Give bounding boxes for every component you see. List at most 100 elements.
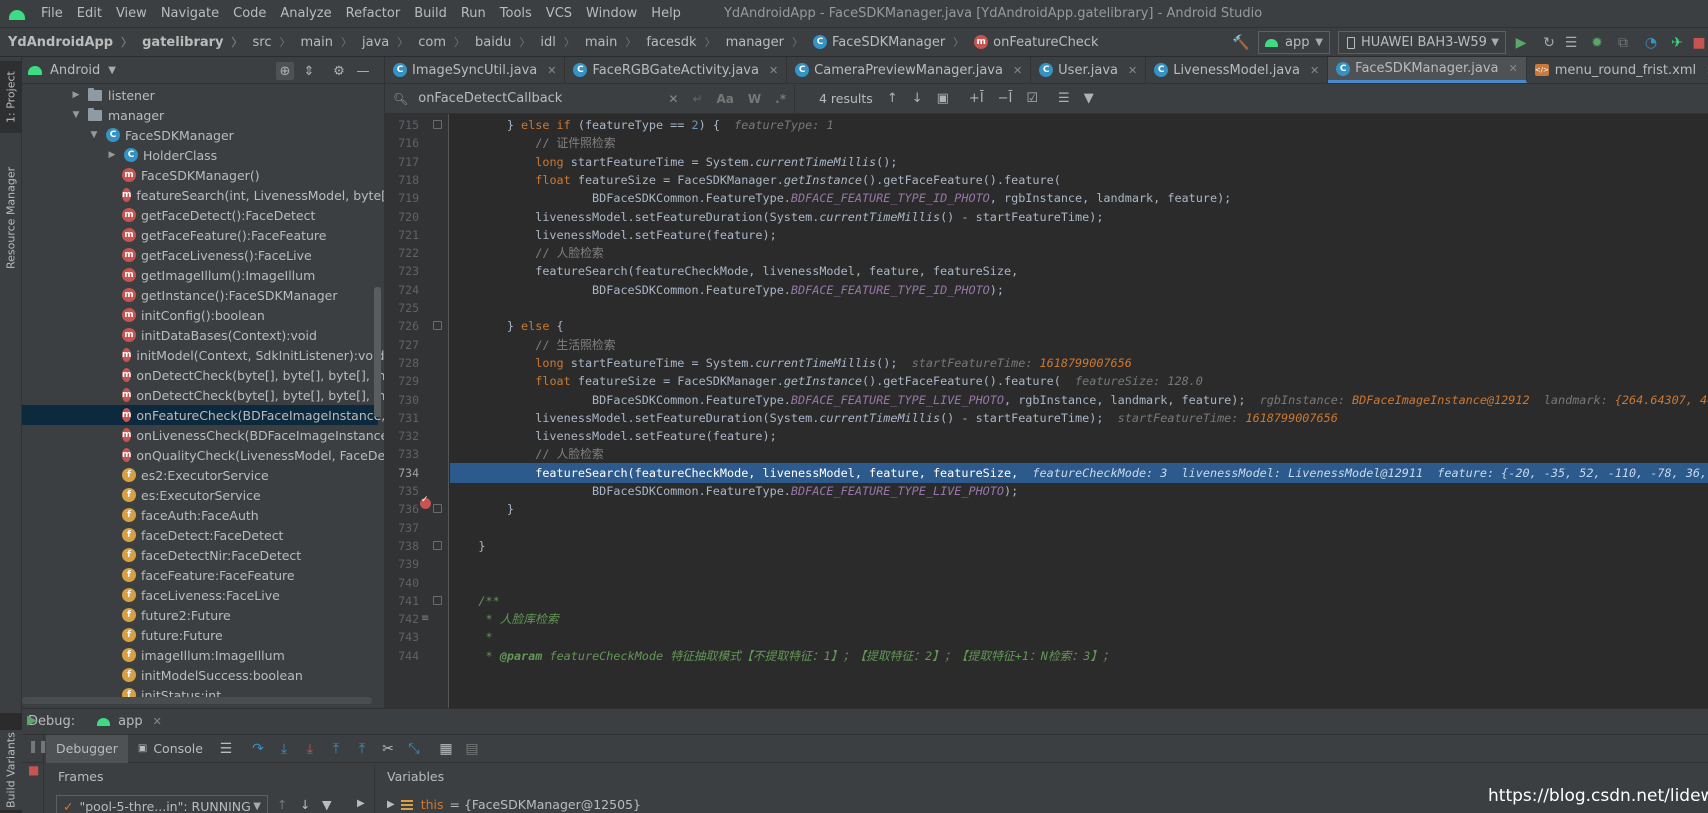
frames-divider[interactable]: [374, 765, 375, 813]
filter-icon[interactable]: ▼: [1084, 91, 1094, 106]
evaluate-expression-icon[interactable]: ▦: [433, 741, 459, 757]
expand-arrow-icon[interactable]: ▶: [357, 798, 365, 809]
menu-item-file[interactable]: File: [34, 6, 70, 21]
tree-item[interactable]: m featureSearch(int, LivenessModel, byte[…: [22, 185, 384, 205]
drop-frame-icon[interactable]: ✂: [375, 741, 401, 757]
vertical-scrollbar[interactable]: [374, 287, 381, 417]
menu-item-edit[interactable]: Edit: [70, 6, 109, 21]
thread-select[interactable]: ✓ "pool-5-thre...in": RUNNING ▼: [56, 795, 268, 813]
tree-item[interactable]: f imageIllum:ImageIllum: [22, 645, 378, 665]
code-line[interactable]: long startFeatureTime = System.currentTi…: [450, 152, 1708, 172]
breadcrumb-item[interactable]: idl 〉: [532, 34, 576, 50]
force-step-into-icon[interactable]: ⤒: [323, 741, 349, 757]
close-icon[interactable]: ✕: [153, 715, 162, 728]
tab-build-variants[interactable]: Build Variants: [0, 730, 22, 810]
editor-tab[interactable]: C User.java ✕: [1031, 57, 1147, 83]
breadcrumb-item[interactable]: com 〉: [410, 34, 467, 50]
tree-item[interactable]: m onLivenessCheck(BDFaceImageInstance,: [22, 425, 384, 445]
tab-console[interactable]: ▣ Console: [128, 735, 213, 763]
code-line[interactable]: /**: [450, 591, 1708, 611]
tab-debugger[interactable]: Debugger: [46, 734, 128, 763]
tree-item[interactable]: f initModelSuccess:boolean: [22, 665, 378, 685]
menu-item-code[interactable]: Code: [226, 6, 273, 21]
tree-item[interactable]: ▶ C HolderClass: [22, 145, 378, 165]
stop-icon[interactable]: ■: [28, 763, 39, 777]
breadcrumb-item[interactable]: java 〉: [354, 34, 410, 50]
select-all-occurrences-icon[interactable]: ▣: [937, 91, 949, 106]
code-line[interactable]: [450, 298, 1708, 318]
step-into-icon[interactable]: ⤓: [297, 741, 323, 757]
select-all-icon[interactable]: ☑: [1026, 91, 1038, 106]
debug-session-tab[interactable]: app ✕: [97, 714, 162, 729]
code-line[interactable]: BDFaceSDKCommon.FeatureType.BDFACE_FEATU…: [450, 188, 1708, 208]
trace-icon[interactable]: ▤: [459, 741, 485, 757]
expand-arrow-icon[interactable]: ▶: [70, 90, 82, 100]
menu-item-view[interactable]: View: [109, 6, 154, 21]
code-line[interactable]: * @param featureCheckMode 特征抽取模式【不提取特征：1…: [450, 646, 1708, 666]
breadcrumb-item[interactable]: facesdk 〉: [638, 34, 717, 50]
tree-item[interactable]: m FaceSDKManager(): [22, 165, 378, 185]
render-doc-icon[interactable]: ≡: [421, 613, 429, 624]
tree-item[interactable]: m initDataBases(Context):void: [22, 325, 378, 345]
tree-item[interactable]: f es:ExecutorService: [22, 485, 378, 505]
breadcrumb-item[interactable]: YdAndroidApp 〉: [0, 34, 134, 50]
code-line[interactable]: [450, 518, 1708, 538]
breakpoint-icon[interactable]: [420, 495, 431, 509]
code-line[interactable]: livenessModel.setFeatureDuration(System.…: [450, 408, 1708, 428]
menu-item-run[interactable]: Run: [454, 6, 493, 21]
tab-resource-manager[interactable]: Resource Manager: [0, 153, 22, 283]
tree-item[interactable]: f faceFeature:FaceFeature: [22, 565, 378, 585]
chevron-down-icon[interactable]: ▼: [108, 65, 116, 76]
filter-icon[interactable]: ▼: [322, 797, 332, 812]
tree-item[interactable]: f future2:Future: [22, 605, 378, 625]
code-line[interactable]: long startFeatureTime = System.currentTi…: [450, 353, 1708, 373]
fold-marker-icon[interactable]: [433, 321, 442, 331]
tree-item[interactable]: ▶ listener: [22, 85, 378, 105]
device-select[interactable]: HUAWEI BAH3-W59 ▼: [1338, 31, 1506, 54]
close-icon[interactable]: ✕: [1310, 64, 1319, 77]
editor-tab[interactable]: C ImageSyncUtil.java ✕: [385, 57, 566, 83]
current-execution-line[interactable]: featureSearch(featureCheckMode, liveness…: [450, 462, 1708, 483]
editor-gutter[interactable]: 715 716 717 718 719 720 721 722 723 724 725 726 727 7…: [385, 114, 449, 708]
tree-item[interactable]: f faceDetect:FaceDetect: [22, 525, 378, 545]
menu-item-refactor[interactable]: Refactor: [339, 6, 408, 21]
close-icon[interactable]: ✕: [1013, 64, 1022, 77]
tree-item[interactable]: m getImageIllum():ImageIllum: [22, 265, 378, 285]
menu-item-analyze[interactable]: Analyze: [273, 6, 338, 21]
tree-item[interactable]: m initModel(Context, SdkInitListener):voi…: [22, 345, 384, 365]
code-line[interactable]: *: [450, 627, 1708, 647]
code-line[interactable]: livenessModel.setFeatureDuration(System.…: [450, 207, 1708, 227]
menu-item-window[interactable]: Window: [579, 6, 644, 21]
code-line[interactable]: BDFaceSDKCommon.FeatureType.BDFACE_FEATU…: [450, 280, 1708, 300]
debug-icon[interactable]: ✹: [1588, 34, 1606, 52]
apply-code-changes-icon[interactable]: ☰: [1562, 34, 1580, 52]
run-icon[interactable]: ▶: [1512, 34, 1530, 52]
editor-tab[interactable]: </>menu_round_frist.xml✕: [1527, 57, 1708, 83]
match-case-toggle[interactable]: Aa: [717, 92, 734, 106]
tree-item[interactable]: f faceAuth:FaceAuth: [22, 505, 378, 525]
close-icon[interactable]: ✕: [769, 64, 778, 77]
code-line[interactable]: }: [450, 499, 1708, 519]
tree-item[interactable]: ▼ C FaceSDKManager: [22, 125, 378, 145]
close-icon[interactable]: ✕: [1509, 62, 1518, 75]
menu-item-navigate[interactable]: Navigate: [154, 6, 226, 21]
tree-item[interactable]: m onFeatureCheck(BDFaceImageInstance,: [22, 405, 384, 425]
filter-search-icon[interactable]: ☰: [1058, 91, 1070, 106]
fold-marker-icon[interactable]: [433, 540, 442, 550]
menu-item-build[interactable]: Build: [407, 6, 454, 21]
code-line[interactable]: BDFaceSDKCommon.FeatureType.BDFACE_FEATU…: [450, 390, 1708, 410]
code-line[interactable]: // 人脸检索: [450, 243, 1708, 263]
hide-icon[interactable]: —: [354, 62, 372, 80]
editor-tab[interactable]: C CameraPreviewManager.java ✕: [787, 57, 1032, 83]
fold-marker-icon[interactable]: [433, 120, 442, 129]
menu-item-vcs[interactable]: VCS: [539, 6, 579, 21]
tree-item[interactable]: f faceLiveness:FaceLive: [22, 585, 378, 605]
next-frame-icon[interactable]: ↓: [300, 797, 310, 812]
close-icon[interactable]: ✕: [1128, 64, 1137, 77]
collapse-arrow-icon[interactable]: ▼: [88, 130, 100, 140]
collapse-arrow-icon[interactable]: ▼: [70, 110, 82, 120]
code-line[interactable]: }: [450, 536, 1708, 556]
editor-tab[interactable]: C FaceSDKManager.java ✕: [1328, 57, 1527, 83]
menu-item-help[interactable]: Help: [644, 6, 688, 21]
stop-icon[interactable]: ■: [1690, 34, 1708, 52]
